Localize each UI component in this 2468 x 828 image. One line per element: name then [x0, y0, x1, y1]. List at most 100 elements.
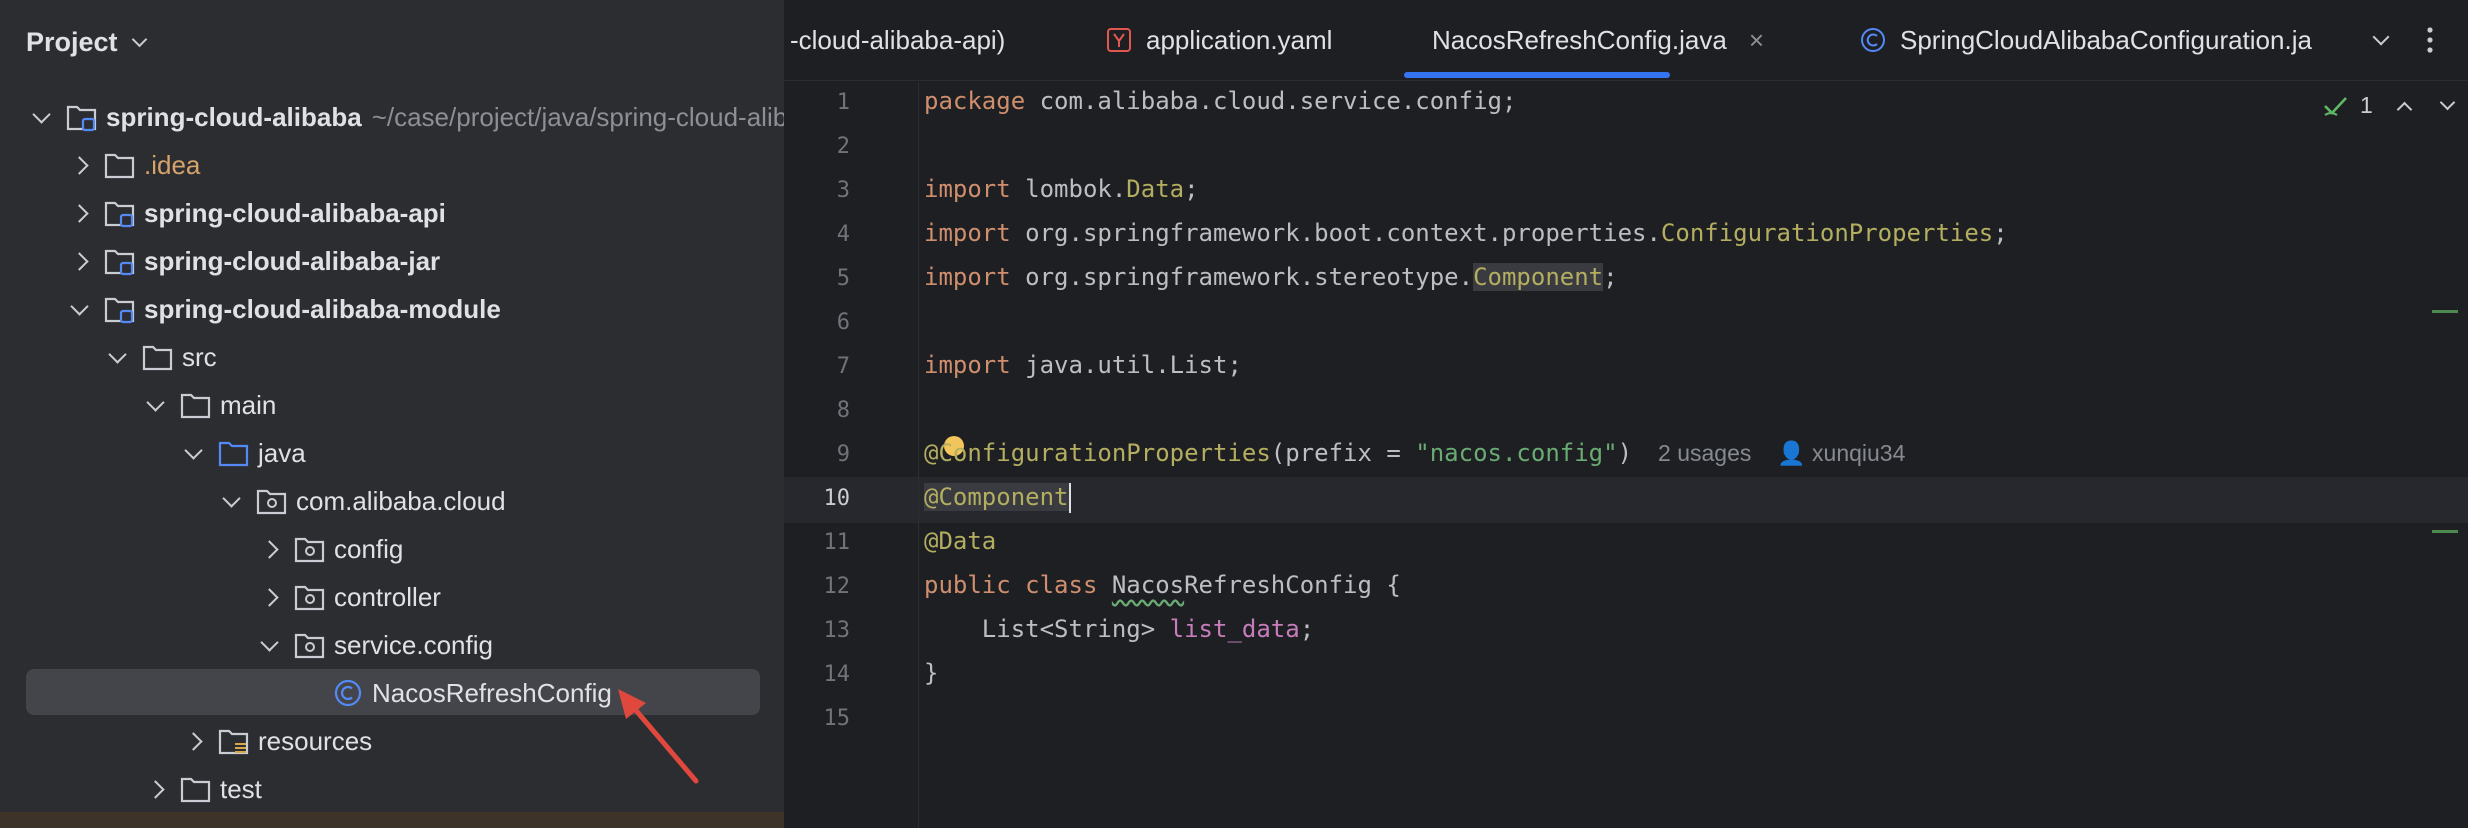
folder-icon — [142, 345, 173, 371]
module-folder-icon — [104, 201, 135, 228]
line-number: 7 — [836, 354, 850, 379]
chevron-down-icon[interactable] — [106, 344, 128, 368]
tree-item-module[interactable]: spring-cloud-alibaba-module — [0, 285, 784, 333]
tab-spring-cloud-alibaba-configuration[interactable]: SpringCloudAlibabaConfiguration.ja — [1860, 0, 2350, 80]
tree-item-label: NacosRefreshConfig — [372, 677, 612, 708]
line-number-current: 10 — [823, 486, 851, 511]
line-number: 1 — [836, 90, 850, 115]
project-panel: Project spring-cloud-alibaba ~/case/proje… — [0, 0, 784, 828]
class-icon — [1861, 28, 1885, 52]
tree-item-idea[interactable]: .idea — [0, 141, 784, 189]
tree-item-api-module[interactable]: spring-cloud-alibaba-api — [0, 189, 784, 237]
line-number: 15 — [823, 706, 851, 731]
package-icon — [256, 489, 287, 515]
tree-item-config[interactable]: config — [0, 525, 784, 573]
tree-item-label: java — [258, 437, 306, 468]
project-view-selector[interactable]: Project — [26, 24, 147, 60]
tree-item-label: controller — [334, 581, 441, 612]
code-line-7: import java.util.List; — [924, 351, 1242, 379]
author-hint[interactable]: xunqiu34 — [1812, 440, 1905, 466]
tree-item-main[interactable]: main — [0, 381, 784, 429]
chevron-down-icon[interactable] — [144, 392, 166, 416]
chevron-down-icon — [2372, 28, 2390, 46]
gutter-divider — [918, 82, 919, 828]
project-title: Project — [26, 26, 118, 57]
chevron-down-icon[interactable] — [220, 488, 242, 512]
chevron-right-icon[interactable] — [68, 202, 90, 224]
chevron-right-icon[interactable] — [258, 538, 280, 560]
text-caret — [1068, 483, 1071, 513]
change-marker — [2432, 310, 2458, 313]
tree-item-package[interactable]: com.alibaba.cloud — [0, 477, 784, 525]
tab-label: -cloud-alibaba-api) — [790, 24, 1006, 55]
person-icon: 👤 — [1777, 440, 1807, 466]
line-number: 11 — [823, 530, 851, 555]
tab-nacos-refresh-config[interactable]: NacosRefreshConfig.java × — [1404, 0, 1764, 80]
usages-hint[interactable]: 2 usages — [1658, 440, 1751, 466]
tab-label: application.yaml — [1146, 24, 1333, 55]
code-line-1: package com.alibaba.cloud.service.config… — [924, 87, 1517, 115]
tree-item-service-config[interactable]: service.config — [0, 621, 784, 669]
folder-icon — [104, 153, 135, 179]
module-folder-icon — [104, 249, 135, 276]
chevron-down-icon[interactable] — [68, 296, 90, 320]
line-number: 4 — [836, 222, 850, 247]
code-line-9: @ConfigurationProperties(prefix = "nacos… — [924, 439, 1906, 467]
line-number: 6 — [836, 310, 850, 335]
code-line-5: import org.springframework.stereotype.Co… — [924, 263, 1618, 291]
code-line-10: @Component — [924, 483, 1071, 513]
more-options-button[interactable] — [2410, 0, 2450, 80]
yaml-icon — [1107, 28, 1131, 52]
tree-item-label: resources — [258, 725, 373, 756]
line-number: 3 — [836, 178, 850, 203]
resources-folder-icon — [218, 729, 249, 755]
chevron-right-icon[interactable] — [182, 730, 204, 752]
line-number: 9 — [836, 442, 850, 467]
chevron-down-icon[interactable] — [30, 104, 52, 128]
chevron-right-icon[interactable] — [258, 586, 280, 608]
tree-item-label: spring-cloud-alibaba-api — [144, 197, 446, 228]
tree-item-label: spring-cloud-alibaba-jar — [144, 245, 441, 276]
line-number-gutter: 1 2 3 4 5 6 7 8 9 10 11 12 13 14 15 — [784, 82, 914, 828]
tree-item-label: src — [182, 341, 217, 372]
folder-icon — [180, 393, 211, 419]
tree-item-src[interactable]: src — [0, 333, 784, 381]
code-editor[interactable]: package com.alibaba.cloud.service.config… — [924, 82, 2404, 828]
editor-area: -cloud-alibaba-api) application.yaml Nac… — [784, 0, 2468, 828]
chevron-right-icon[interactable] — [68, 154, 90, 176]
line-number: 2 — [836, 134, 850, 159]
source-folder-icon — [218, 441, 249, 467]
module-folder-icon — [66, 105, 97, 132]
chevron-right-icon[interactable] — [68, 250, 90, 272]
class-icon — [334, 679, 362, 707]
tree-item-label: service.config — [334, 629, 493, 660]
code-line-11: @Data — [924, 527, 997, 555]
code-line-12: public class NacosRefreshConfig { — [924, 571, 1401, 599]
package-icon — [294, 633, 325, 659]
next-tree-item-partial — [0, 812, 784, 828]
tree-item-label: main — [220, 389, 277, 420]
tree-item-java[interactable]: java — [0, 429, 784, 477]
line-number: 8 — [836, 398, 850, 423]
code-line-13: List<String> list_data; — [924, 615, 1315, 643]
tree-item-label: spring-cloud-alibaba — [106, 101, 362, 132]
tree-item-label: test — [220, 773, 262, 804]
tab-label: SpringCloudAlibabaConfiguration.ja — [1900, 24, 2312, 55]
tab-application-yaml[interactable]: application.yaml — [1106, 0, 1332, 80]
code-line-14: } — [924, 659, 939, 687]
chevron-right-icon[interactable] — [144, 778, 166, 800]
chevron-down-icon — [131, 31, 147, 47]
tree-item-jar-module[interactable]: spring-cloud-alibaba-jar — [0, 237, 784, 285]
tabs-dropdown-button[interactable] — [2364, 0, 2398, 80]
tab-label: NacosRefreshConfig.java — [1432, 24, 1727, 55]
tab-api-module-file[interactable]: -cloud-alibaba-api) — [790, 0, 1005, 80]
close-icon[interactable]: × — [1749, 25, 1764, 56]
tree-item-label: .idea — [144, 149, 201, 180]
line-number: 12 — [823, 574, 851, 599]
tree-item-controller[interactable]: controller — [0, 573, 784, 621]
chevron-down-icon[interactable] — [182, 440, 204, 464]
chevron-down-icon[interactable] — [258, 632, 280, 656]
code-line-4: import org.springframework.boot.context.… — [924, 219, 2008, 247]
chevron-down-icon[interactable] — [2439, 94, 2456, 111]
tree-item-root[interactable]: spring-cloud-alibaba ~/case/project/java/… — [0, 93, 784, 141]
